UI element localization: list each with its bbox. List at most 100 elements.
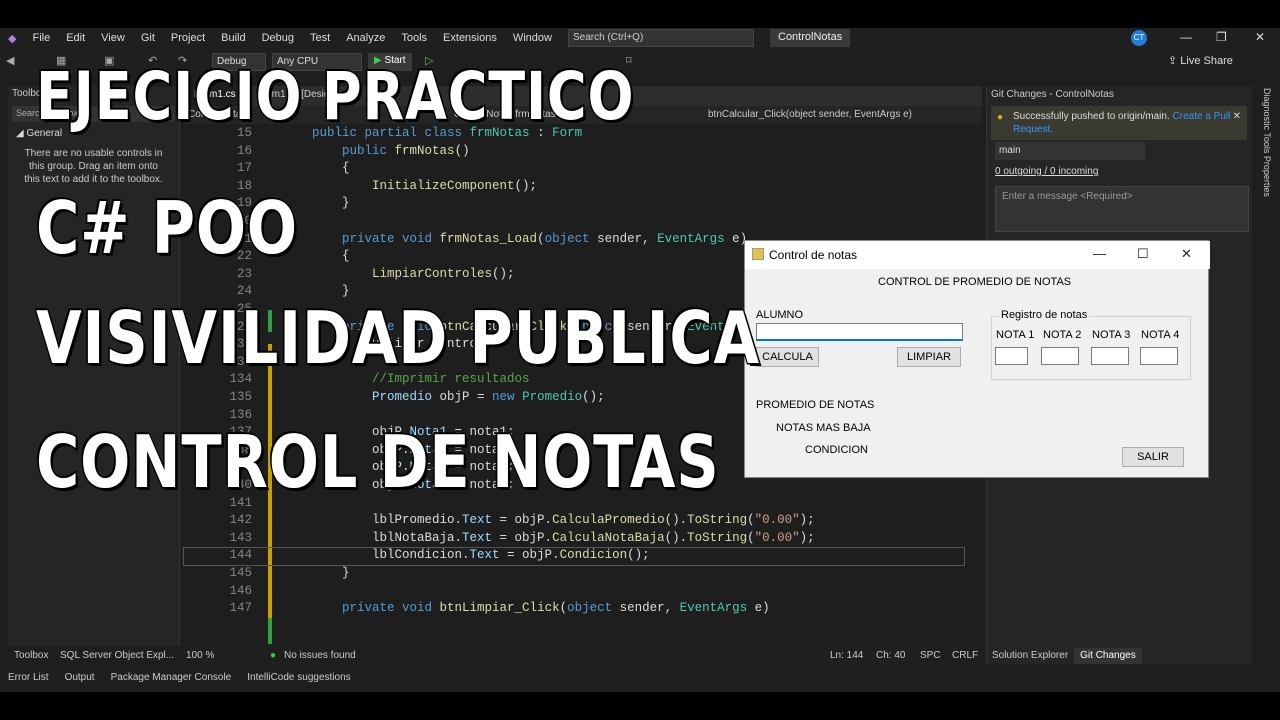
tab-intellicode[interactable]: IntelliCode suggestions [239, 670, 358, 686]
code-line[interactable]: 146 [184, 584, 964, 601]
tab-output[interactable]: Output [57, 670, 103, 686]
menu-analyze[interactable]: Analyze [338, 32, 393, 44]
menu-project[interactable]: Project [163, 32, 213, 44]
code-text: } [312, 566, 350, 580]
code-line[interactable]: 18 InitializeComponent(); [184, 179, 964, 196]
close-icon[interactable]: ✕ [1181, 246, 1192, 262]
issues-status[interactable]: No issues found [284, 650, 356, 661]
menu-edit[interactable]: Edit [58, 32, 93, 44]
restore-icon[interactable]: ❐ [1216, 30, 1227, 44]
line-number: 135 [229, 390, 252, 404]
search-input[interactable]: Search (Ctrl+Q) [568, 29, 754, 47]
line-ending[interactable]: CRLF [952, 650, 978, 661]
alumno-input[interactable] [756, 323, 963, 341]
right-bottom-tabs: Solution Explorer Git Changes [986, 648, 1252, 664]
code-text: lblCondicion.Text = objP.Condicion(); [312, 548, 650, 563]
line-number: 146 [229, 583, 252, 598]
code-line[interactable]: 19 } [184, 196, 964, 213]
nota3-label: NOTA 3 [1092, 329, 1131, 341]
push-notice: ● Successfully pushed to origin/main. Cr… [991, 106, 1247, 140]
member-dropdown[interactable]: btnCalcular_Click(object sender, EventAr… [708, 109, 912, 120]
left-bottom-tabs: Toolbox SQL Server Object Expl... [0, 648, 184, 664]
line-number: 17 [236, 161, 252, 176]
column-number: Ch: 40 [876, 650, 906, 661]
code-line[interactable]: 17 { [184, 161, 964, 178]
commit-message-input[interactable]: Enter a message <Required> [995, 186, 1249, 232]
change-marker [268, 618, 272, 644]
line-number: 143 [229, 530, 252, 545]
menu-build[interactable]: Build [213, 32, 253, 44]
line-number: 147 [229, 601, 252, 616]
overlay-title-4: CONTROL DE NOTAS [35, 419, 720, 506]
close-icon[interactable]: ✕ [1233, 110, 1241, 123]
whitespace-mode[interactable]: SPC [920, 650, 941, 661]
menu-file[interactable]: File [24, 32, 58, 44]
code-text: InitializeComponent(); [372, 178, 538, 193]
outgoing-incoming-link[interactable]: 0 outgoing / 0 incoming [995, 166, 1098, 177]
minimize-icon[interactable]: — [1180, 30, 1192, 44]
salir-button[interactable]: SALIR [1122, 447, 1184, 467]
code-line[interactable]: 20 [184, 214, 964, 231]
collapse-icon: ◢ [16, 128, 27, 139]
form-titlebar: Control de notas — ☐ ✕ [745, 241, 1210, 269]
live-share-button[interactable]: ⇪ Live Share [1168, 54, 1233, 67]
nota1-input[interactable] [995, 347, 1028, 365]
avatar[interactable]: CT [1131, 30, 1147, 46]
info-icon: ● [997, 112, 1004, 123]
toolbox-hint: There are no usable controls in this gro… [24, 148, 163, 185]
code-text: { [312, 161, 350, 176]
limpiar-button[interactable]: LIMPIAR [897, 347, 961, 367]
tab-toolbox[interactable]: Toolbox [14, 650, 48, 661]
close-icon[interactable]: ✕ [1255, 30, 1265, 44]
tab-sql-server[interactable]: SQL Server Object Expl... [60, 650, 174, 661]
nota1-label: NOTA 1 [996, 329, 1035, 341]
menu-git[interactable]: Git [133, 32, 163, 44]
code-line[interactable]: 143 lblNotaBaja.Text = objP.CalculaNotaB… [184, 531, 964, 548]
line-number: 145 [229, 566, 252, 580]
form-icon [752, 248, 764, 260]
form-heading: CONTROL DE PROMEDIO DE NOTAS [878, 276, 1072, 288]
menu-view[interactable]: View [93, 32, 133, 44]
zoom-select[interactable]: 100 % [186, 650, 214, 661]
nota4-input[interactable] [1140, 347, 1178, 365]
back-icon[interactable]: ◀ [6, 54, 14, 67]
editor-status-bar: 100 % ● No issues found Ln: 144 Ch: 40 S… [184, 648, 982, 664]
nota2-input[interactable] [1041, 347, 1079, 365]
form-title: Control de notas [769, 248, 858, 262]
code-line[interactable]: 145 } [184, 566, 964, 583]
menu-tools[interactable]: Tools [393, 32, 435, 44]
code-text: lblNotaBaja.Text = objP.CalculaNotaBaja(… [312, 530, 815, 545]
nota2-label: NOTA 2 [1043, 329, 1082, 341]
condicion-label: CONDICION [805, 444, 868, 456]
maximize-icon[interactable]: ☐ [1137, 246, 1149, 262]
calcula-button[interactable]: CALCULA [756, 347, 819, 367]
tab-solution-explorer[interactable]: Solution Explorer [986, 648, 1074, 664]
code-line[interactable]: 144 lblCondicion.Text = objP.Condicion()… [183, 547, 965, 567]
control-de-notas-window: Control de notas — ☐ ✕ CONTROL DE PROMED… [744, 240, 1210, 478]
tab-error-list[interactable]: Error List [0, 670, 57, 686]
line-number: 144 [229, 548, 252, 563]
code-line[interactable]: 16 public frmNotas() [184, 144, 964, 161]
side-tool-tabs[interactable]: Diagnostic Tools Properties [1258, 88, 1272, 197]
code-line[interactable]: 147 private void btnLimpiar_Click(object… [184, 601, 964, 618]
tab-package-manager[interactable]: Package Manager Console [103, 670, 240, 686]
tab-git-changes[interactable]: Git Changes [1074, 648, 1142, 664]
check-icon: ● [270, 650, 277, 661]
code-text: private void btnLimpiar_Click(object sen… [342, 601, 770, 616]
nota4-label: NOTA 4 [1141, 329, 1180, 341]
solution-title: ControlNotas [770, 29, 851, 47]
branch-select[interactable]: main [995, 142, 1145, 160]
menu-test[interactable]: Test [302, 32, 338, 44]
share-icon: ⇪ [1168, 55, 1181, 67]
menu-debug[interactable]: Debug [254, 32, 302, 44]
overlay-title-2: C# POO [35, 185, 299, 272]
code-line[interactable]: 142 lblPromedio.Text = objP.CalculaProme… [184, 513, 964, 530]
menu-bar: ◆ File Edit View Git Project Build Debug… [0, 28, 1280, 48]
vs-logo-icon[interactable]: ◆ [0, 32, 24, 45]
menu-window[interactable]: Window [505, 32, 560, 44]
minimize-icon[interactable]: — [1093, 246, 1106, 261]
nota3-input[interactable] [1091, 347, 1129, 365]
line-number: 16 [236, 143, 252, 158]
menu-extensions[interactable]: Extensions [435, 32, 505, 44]
git-panel-title: Git Changes - ControlNotas [991, 89, 1114, 100]
